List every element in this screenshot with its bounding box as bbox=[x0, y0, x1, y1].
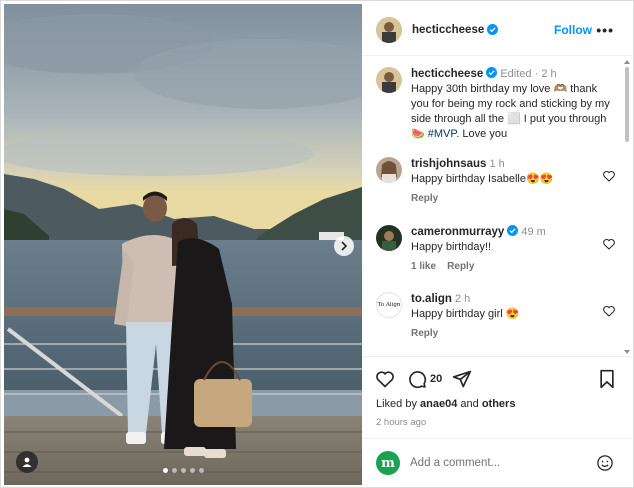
carousel-dot bbox=[189, 468, 195, 473]
chevron-right-icon bbox=[341, 241, 348, 251]
likes-summary: Liked by anae04 and others bbox=[376, 398, 515, 410]
caption-body: hecticcheese Edited · 2 h Happy 30th bir… bbox=[411, 67, 611, 142]
caption-age: 2 h bbox=[541, 68, 557, 80]
avatar[interactable] bbox=[376, 225, 402, 251]
reply-button[interactable]: Reply bbox=[411, 326, 611, 341]
comment-body: to.align 2 h Happy birthday girl 😍 Reply bbox=[411, 292, 611, 341]
comment-username[interactable]: to.align bbox=[411, 293, 452, 305]
heart-icon[interactable] bbox=[602, 237, 616, 251]
scroll-up-icon[interactable] bbox=[624, 59, 630, 64]
add-comment-bar: m bbox=[362, 438, 632, 485]
post-header: hecticcheese Follow ••• bbox=[362, 4, 632, 56]
bookmark-icon[interactable] bbox=[598, 369, 616, 389]
comment-age: 2 h bbox=[454, 293, 471, 305]
comment-username[interactable]: trishjohnsaus bbox=[411, 158, 486, 170]
comment-item: trishjohnsaus 1 h Happy birthday Isabell… bbox=[376, 157, 616, 207]
carousel-dot bbox=[198, 468, 204, 473]
add-comment-input[interactable] bbox=[410, 453, 590, 473]
avatar[interactable]: To Align bbox=[376, 292, 402, 318]
post-time[interactable]: 2 hours ago bbox=[376, 417, 426, 428]
comment-text: Happy birthday Isabelle😍😍 bbox=[411, 173, 554, 185]
carousel-dot bbox=[171, 468, 177, 473]
avatar: m bbox=[376, 451, 400, 475]
likes-prefix: Liked by bbox=[376, 398, 421, 410]
heart-icon[interactable] bbox=[602, 304, 616, 318]
comment-age: 49 m bbox=[521, 226, 546, 238]
emoji-icon[interactable] bbox=[596, 454, 614, 472]
comment-item: cameronmurrayy 49 m Happy birthday!! 1 l… bbox=[376, 225, 616, 275]
post-actions: 20 Liked by anae04 and others 2 hours ag… bbox=[362, 356, 632, 436]
comments-list[interactable]: hecticcheese Edited · 2 h Happy 30th bir… bbox=[362, 57, 624, 355]
photo-scene bbox=[4, 4, 362, 485]
scrollbar-thumb[interactable] bbox=[625, 67, 629, 142]
comment-username[interactable]: cameronmurrayy bbox=[411, 226, 504, 238]
liked-by-others[interactable]: others bbox=[482, 398, 516, 410]
verified-badge-icon bbox=[486, 67, 498, 78]
post-username[interactable]: hecticcheese bbox=[412, 24, 484, 36]
post-photo[interactable] bbox=[4, 4, 362, 485]
comment-age: 1 h bbox=[489, 158, 505, 170]
caption-edited: Edited bbox=[500, 68, 532, 80]
avatar[interactable] bbox=[376, 67, 402, 93]
post-frame: hecticcheese Follow ••• hecticcheese Edi… bbox=[0, 0, 634, 488]
post-panel: hecticcheese Follow ••• hecticcheese Edi… bbox=[362, 4, 632, 485]
comment-count: 20 bbox=[430, 373, 443, 385]
avatar-image bbox=[376, 157, 402, 183]
comment-actions: 1 like Reply bbox=[411, 259, 611, 274]
scroll-down-icon[interactable] bbox=[624, 350, 630, 355]
comment-body: trishjohnsaus 1 h Happy birthday Isabell… bbox=[411, 157, 611, 206]
comment-body: cameronmurrayy 49 m Happy birthday!! 1 l… bbox=[411, 225, 611, 274]
avatar[interactable] bbox=[376, 157, 402, 183]
like-heart-icon[interactable] bbox=[375, 369, 395, 389]
comments-scrollbar[interactable] bbox=[624, 59, 630, 355]
user-icon bbox=[22, 457, 32, 467]
comment-bubble-icon[interactable] bbox=[407, 369, 427, 389]
verified-badge-icon bbox=[507, 225, 519, 236]
caption-username[interactable]: hecticcheese bbox=[411, 68, 483, 80]
carousel-dot bbox=[180, 468, 186, 473]
avatar[interactable] bbox=[376, 16, 402, 43]
caption-hashtag[interactable]: #MVP bbox=[428, 128, 457, 140]
comment-likes[interactable]: 1 like bbox=[411, 261, 436, 272]
next-image-button[interactable] bbox=[334, 236, 354, 256]
caption-text-end: . Love you bbox=[456, 128, 508, 140]
avatar-text: To Align bbox=[377, 302, 401, 308]
reply-button[interactable]: Reply bbox=[411, 191, 611, 206]
avatar-image bbox=[376, 225, 402, 251]
likes-and: and bbox=[457, 398, 482, 410]
heart-icon[interactable] bbox=[602, 169, 616, 183]
share-send-icon[interactable] bbox=[452, 369, 472, 389]
comment-item: To Align to.align 2 h Happy birthday gir… bbox=[376, 292, 616, 342]
reply-button[interactable]: Reply bbox=[447, 261, 474, 272]
avatar-image bbox=[376, 67, 402, 93]
verified-badge-icon bbox=[487, 24, 499, 35]
comment-text: Happy birthday girl 😍 bbox=[411, 308, 520, 320]
comment-text: Happy birthday!! bbox=[411, 241, 492, 253]
more-options-icon[interactable]: ••• bbox=[596, 22, 614, 38]
liked-by-user[interactable]: anae04 bbox=[420, 398, 457, 410]
caption-separator: · bbox=[534, 68, 539, 80]
carousel-dot bbox=[162, 468, 168, 473]
follow-button[interactable]: Follow bbox=[554, 23, 592, 37]
carousel-indicator bbox=[4, 468, 362, 473]
avatar-image bbox=[376, 16, 402, 43]
